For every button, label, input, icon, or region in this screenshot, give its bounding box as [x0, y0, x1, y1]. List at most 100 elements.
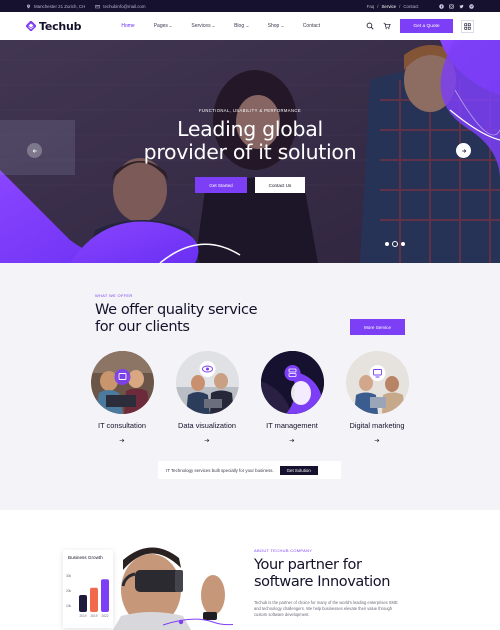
- nav-item-blog[interactable]: Blog: [234, 23, 249, 29]
- nav-item-pages[interactable]: Pages: [154, 23, 173, 29]
- get-solution-button[interactable]: Get Solution: [279, 465, 318, 475]
- nav-label: Services: [191, 23, 211, 29]
- service-image: [175, 351, 239, 414]
- x-tick-label: 2019: [90, 614, 97, 618]
- hero-title-line: Leading global: [177, 117, 323, 141]
- service-label: Digital marketing: [349, 421, 405, 430]
- nav-item-contact[interactable]: Contact: [303, 23, 320, 29]
- arrow-right-icon[interactable]: [204, 438, 210, 443]
- search-icon[interactable]: [366, 22, 374, 30]
- about-eyebrow: ABOUT TECHUB COMPANY: [254, 548, 313, 553]
- service-card-consultation[interactable]: IT consultation: [77, 351, 167, 448]
- about-title-line: Your partner for: [254, 557, 362, 573]
- services-eyebrow: WHAT WE OFFER: [95, 293, 133, 298]
- arrow-left-icon: [32, 148, 37, 153]
- slider-dot[interactable]: [385, 242, 389, 246]
- twitter-icon[interactable]: [459, 4, 464, 9]
- hero-buttons: Get Started Contact Us: [0, 177, 500, 193]
- hero-title-line: provider of it solution: [143, 140, 357, 164]
- growth-bar: [90, 587, 98, 612]
- arrow-right-icon[interactable]: [289, 438, 295, 443]
- top-links: Faq / Service / Contact: [365, 4, 420, 9]
- business-growth-card: Business Growth 30k 20k 10k 2019 2019 2022: [63, 550, 113, 628]
- top-link-contact[interactable]: Contact: [403, 4, 418, 9]
- chevron-down-icon: [245, 25, 249, 27]
- nav-item-home[interactable]: Home: [121, 23, 134, 29]
- y-tick-label: 20k: [66, 589, 72, 593]
- slider-dots: [385, 241, 408, 247]
- top-link-faq[interactable]: Faq: [367, 4, 375, 9]
- nav-label: Home: [121, 23, 135, 29]
- hero-eyebrow: FUNCTIONAL, USABILITY & PERFORMANCE: [198, 108, 302, 113]
- service-cards: IT consultation Data visualization IT ma…: [0, 351, 500, 446]
- mail-icon: [95, 4, 100, 8]
- logo-mark-icon: [26, 21, 36, 31]
- main-nav: Home Pages Services Blog Shop Contact: [121, 23, 339, 29]
- top-link-separator: /: [399, 3, 401, 9]
- cart-icon[interactable]: [383, 22, 391, 30]
- growth-bar: [79, 595, 87, 612]
- email-item[interactable]: techubinfo@mail.com: [95, 4, 146, 9]
- about-title: Your partner for software Innovation: [254, 557, 390, 591]
- address-item: Manchester 21 Zurich, CH: [26, 4, 85, 9]
- slider-dot-active[interactable]: [392, 241, 398, 247]
- top-info-bar: Manchester 21 Zurich, CH techubinfo@mail…: [0, 0, 500, 12]
- service-image: [260, 351, 324, 414]
- service-card-data-visualization[interactable]: Data visualization: [162, 351, 252, 448]
- solution-strip: IT Technology services built specially f…: [158, 461, 341, 479]
- nav-item-services[interactable]: Services: [191, 23, 215, 29]
- arrow-right-icon[interactable]: [374, 438, 380, 443]
- service-label: IT management: [266, 421, 318, 430]
- instagram-icon[interactable]: [449, 3, 454, 9]
- service-label: IT consultation: [98, 421, 146, 430]
- address-text: Manchester 21 Zurich, CH: [34, 3, 86, 9]
- nav-label: Pages: [153, 23, 168, 29]
- hero-title: Leading global provider of it solution: [0, 118, 500, 164]
- nav-label: Blog: [234, 23, 245, 29]
- email-text[interactable]: techubinfo@mail.com: [103, 4, 145, 9]
- business-growth-chart: 30k 20k 10k 2019 2019 2022: [66, 574, 109, 618]
- get-quote-button[interactable]: Get a Quote: [400, 19, 453, 33]
- service-label: Data visualization: [178, 421, 236, 430]
- top-link-service[interactable]: Service: [381, 4, 396, 9]
- location-icon: [27, 4, 30, 8]
- main-header: Techub Home Pages Services Blog Shop Con…: [0, 12, 500, 40]
- chevron-down-icon: [212, 25, 215, 27]
- slider-next-button[interactable]: [456, 143, 471, 158]
- social-links: [434, 3, 474, 9]
- logo[interactable]: Techub: [26, 19, 82, 33]
- menu-grid-button[interactable]: [461, 19, 474, 33]
- about-section: Business Growth 30k 20k 10k 2019 2019 2022 AB…: [0, 510, 500, 630]
- hero-slider: FUNCTIONAL, USABILITY & PERFORMANCE Lead…: [0, 40, 500, 263]
- solution-strip-text: IT Technology services built specially f…: [166, 467, 274, 473]
- services-section: WHAT WE OFFER We offer quality service f…: [0, 263, 500, 510]
- nav-label: Shop: [267, 23, 280, 29]
- service-card-it-management[interactable]: IT management: [247, 351, 337, 448]
- more-service-button[interactable]: More Service: [350, 319, 405, 335]
- get-started-button[interactable]: Get Started: [195, 177, 247, 193]
- grid-icon: [464, 22, 471, 30]
- about-title-line: software Innovation: [254, 574, 391, 590]
- slider-dot[interactable]: [401, 242, 405, 246]
- nav-item-shop[interactable]: Shop: [268, 23, 284, 29]
- service-image: [345, 351, 409, 414]
- about-description: Techub is the partner of choice for many…: [254, 600, 398, 618]
- service-card-digital-marketing[interactable]: Digital marketing: [332, 351, 422, 448]
- services-title-line: We offer quality service: [95, 302, 258, 318]
- nav-label: Contact: [302, 23, 321, 29]
- hero-content: FUNCTIONAL, USABILITY & PERFORMANCE Lead…: [0, 40, 500, 263]
- top-link-separator: /: [377, 3, 379, 9]
- growth-bar: [101, 579, 109, 612]
- service-image: [90, 351, 154, 414]
- services-title: We offer quality service for our clients: [95, 302, 258, 336]
- logo-text: Techub: [39, 19, 82, 33]
- facebook-icon[interactable]: [439, 3, 444, 9]
- y-tick-label: 10k: [66, 604, 72, 608]
- slider-prev-button[interactable]: [27, 143, 42, 158]
- x-tick-label: 2019: [79, 614, 86, 618]
- arrow-right-icon: [461, 148, 466, 153]
- chevron-down-icon: [281, 25, 284, 27]
- arrow-right-icon[interactable]: [119, 438, 125, 443]
- contact-us-button[interactable]: Contact Us: [255, 177, 305, 193]
- pinterest-icon[interactable]: [469, 3, 474, 9]
